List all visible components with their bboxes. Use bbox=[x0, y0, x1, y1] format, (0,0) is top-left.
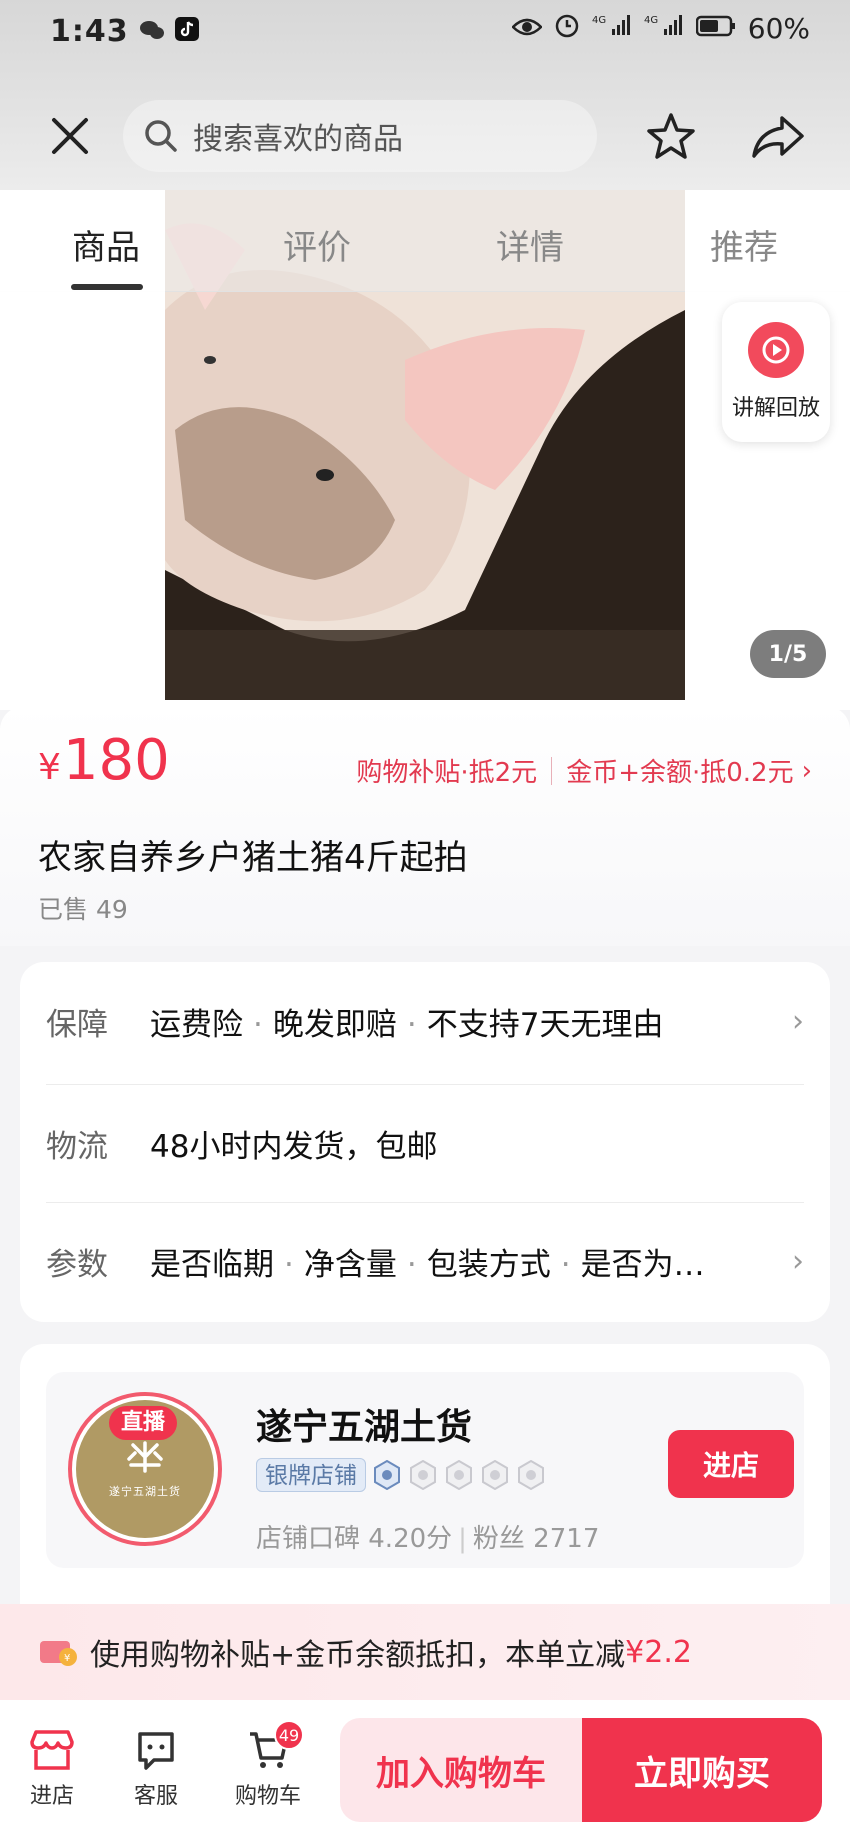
promo-amount: ¥2.2 bbox=[625, 1634, 692, 1670]
chevron-right-icon: › bbox=[792, 1003, 804, 1039]
wechat-icon bbox=[139, 14, 165, 49]
subsidy-link[interactable]: 购物补贴·抵2元 金币+余额·抵0.2元 › bbox=[356, 752, 812, 789]
spec-card: 保障 运费险 · 晚发即赔 · 不支持7天无理由 › 物流 48小时内发货，包邮 参数 … bbox=[20, 962, 830, 1322]
tier-badge: 银牌店铺 bbox=[256, 1458, 366, 1492]
subsidy-coins: 金币+余额·抵0.2元 bbox=[566, 758, 794, 788]
add-to-cart-button[interactable]: 加入购物车 bbox=[340, 1718, 582, 1822]
active-tab-indicator bbox=[71, 284, 143, 290]
medal-icon bbox=[446, 1460, 472, 1490]
shop-panel[interactable]: 遂宁五湖土货 直播 遂宁五湖土货 银牌店铺 店铺口碑 4.20分 | 粉丝 2717… bbox=[46, 1372, 804, 1568]
douyin-icon bbox=[174, 14, 199, 49]
cart-label: 购物车 bbox=[234, 1784, 301, 1809]
svg-text:¥: ¥ bbox=[64, 1653, 70, 1664]
search-icon bbox=[145, 120, 177, 152]
currency-symbol: ¥ bbox=[38, 747, 61, 788]
replay-label: 讲解回放 bbox=[731, 396, 820, 421]
star-icon bbox=[647, 113, 695, 159]
replay-button[interactable]: 讲解回放 bbox=[722, 302, 830, 442]
shop-avatar[interactable]: 遂宁五湖土货 直播 bbox=[68, 1392, 222, 1546]
tab-recommend[interactable]: 推荐 bbox=[689, 220, 799, 269]
shop-name[interactable]: 遂宁五湖土货 bbox=[256, 1398, 472, 1450]
shop-logo-icon bbox=[127, 1441, 163, 1473]
medal-icon bbox=[518, 1460, 544, 1490]
close-button[interactable] bbox=[48, 114, 92, 158]
live-badge: 直播 bbox=[109, 1406, 178, 1440]
status-right: 4G 4G 60% bbox=[510, 12, 810, 45]
cart-button[interactable]: 购物车 49 bbox=[228, 1720, 308, 1810]
logistics-value: 48小时内发货，包邮 bbox=[150, 1128, 438, 1165]
favorite-button[interactable] bbox=[644, 110, 698, 164]
page-indicator: 1/5 bbox=[750, 630, 826, 678]
price: ¥180 bbox=[38, 728, 170, 793]
store-label: 进店 bbox=[29, 1784, 74, 1809]
tab-product[interactable]: 商品 bbox=[51, 220, 161, 269]
params-row[interactable]: 参数 是否临期 · 净含量 · 包装方式 · 是否为… › bbox=[46, 1202, 804, 1320]
logistics-label: 物流 bbox=[46, 1128, 108, 1165]
params-value: 是否临期 · 净含量 · 包装方式 · 是否为… bbox=[150, 1246, 705, 1283]
shop-stats: 店铺口碑 4.20分 | 粉丝 2717 bbox=[256, 1524, 600, 1554]
eye-icon bbox=[510, 14, 543, 44]
promo-banner[interactable]: ¥ 使用购物补贴+金币余额抵扣，本单立减 ¥2.2 bbox=[0, 1604, 850, 1700]
cart-count-badge: 49 bbox=[274, 1720, 304, 1750]
battery-icon bbox=[695, 14, 736, 44]
bottom-action-bar: 进店 客服 购物车 49 加入购物车 立即购买 bbox=[0, 1700, 850, 1842]
shop-fans: 粉丝 2717 bbox=[472, 1524, 600, 1554]
top-header: 1:43 4G 4G 60% 搜索喜欢的商品 bbox=[0, 0, 850, 190]
enter-shop-button[interactable]: 进店 bbox=[668, 1430, 794, 1498]
close-icon bbox=[52, 118, 88, 154]
subsidy-shopping: 购物补贴·抵2元 bbox=[356, 758, 538, 788]
service-label: 客服 bbox=[133, 1784, 178, 1809]
service-button[interactable]: 客服 bbox=[116, 1728, 196, 1810]
product-gallery[interactable]: 1:43 4G 4G 60% 搜索喜欢的商品 商品 评价 详情 推荐 讲解回放 … bbox=[0, 0, 850, 710]
chat-icon bbox=[138, 1732, 174, 1770]
guarantee-row[interactable]: 保障 运费险 · 晚发即赔 · 不支持7天无理由 › bbox=[46, 962, 804, 1080]
coupon-icon: ¥ bbox=[40, 1641, 77, 1666]
shop-tier: 银牌店铺 bbox=[256, 1458, 546, 1492]
share-button[interactable] bbox=[748, 110, 808, 164]
svg-text:4G: 4G bbox=[592, 15, 606, 26]
guarantee-label: 保障 bbox=[46, 1006, 108, 1043]
store-icon bbox=[30, 1730, 74, 1770]
svg-text:4G: 4G bbox=[644, 15, 658, 26]
medal-icon bbox=[410, 1460, 436, 1490]
status-time: 1:43 bbox=[50, 13, 129, 49]
shop-rating: 店铺口碑 4.20分 bbox=[256, 1524, 453, 1554]
product-title: 农家自养乡户猪土猪4斤起拍 bbox=[38, 838, 468, 878]
product-info-card: ¥180 购物补贴·抵2元 金币+余额·抵0.2元 › 农家自养乡户猪土猪4斤起… bbox=[0, 706, 850, 946]
logistics-row: 物流 48小时内发货，包邮 bbox=[46, 1084, 804, 1202]
buy-now-button[interactable]: 立即购买 bbox=[582, 1718, 822, 1822]
store-button[interactable]: 进店 bbox=[12, 1728, 92, 1810]
params-label: 参数 bbox=[46, 1246, 108, 1283]
price-value: 180 bbox=[62, 728, 170, 793]
sold-count: 已售 49 bbox=[38, 895, 128, 924]
chevron-right-icon: › bbox=[792, 1243, 804, 1279]
share-icon bbox=[752, 116, 804, 158]
search-input[interactable]: 搜索喜欢的商品 bbox=[123, 100, 597, 172]
guarantee-value: 运费险 · 晚发即赔 · 不支持7天无理由 bbox=[150, 1006, 664, 1043]
medal-icon bbox=[374, 1460, 400, 1490]
shop-card: 遂宁五湖土货 直播 遂宁五湖土货 银牌店铺 店铺口碑 4.20分 | 粉丝 2717… bbox=[20, 1344, 830, 1604]
promo-text: 使用购物补贴+金币余额抵扣，本单立减 bbox=[90, 1638, 626, 1673]
tab-bar: 商品 评价 详情 推荐 bbox=[0, 190, 850, 292]
chevron-right-icon: › bbox=[801, 755, 812, 786]
battery-percent: 60% bbox=[747, 12, 810, 45]
tab-details[interactable]: 详情 bbox=[475, 220, 585, 269]
tab-reviews[interactable]: 评价 bbox=[262, 220, 372, 269]
nav-row: 搜索喜欢的商品 bbox=[0, 100, 850, 176]
status-bar: 1:43 4G 4G 60% bbox=[0, 0, 850, 62]
search-placeholder: 搜索喜欢的商品 bbox=[193, 122, 403, 157]
alarm-icon bbox=[554, 12, 580, 45]
signal-icon: 4G bbox=[592, 13, 632, 44]
avatar-text: 遂宁五湖土货 bbox=[109, 1485, 181, 1498]
medal-icon bbox=[482, 1460, 508, 1490]
replay-icon bbox=[748, 322, 804, 378]
signal-icon: 4G bbox=[644, 13, 684, 44]
